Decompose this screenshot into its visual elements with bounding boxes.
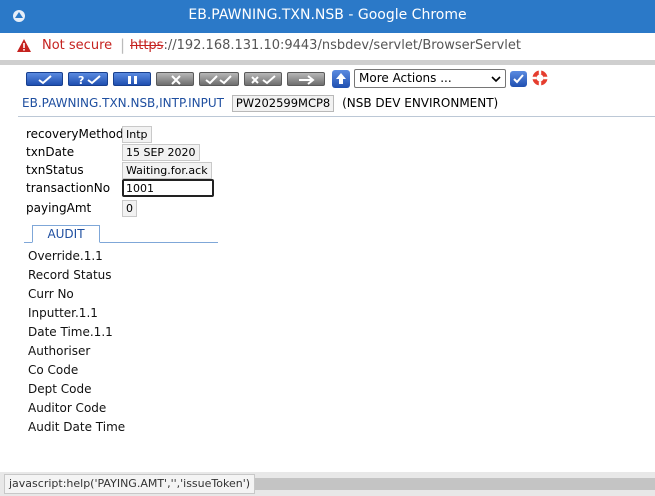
record-id: PW202599MCP8 [231,95,335,112]
reverse-button[interactable] [244,72,282,86]
address-bar[interactable]: Not secure | https://192.168.131.10:9443… [0,33,655,61]
not-secure-label[interactable]: Not secure [42,38,112,53]
field-label[interactable]: txnDate [26,145,74,159]
question-check-icon: ? [78,74,101,87]
audit-field-label: Inputter.1.1 [28,306,98,320]
url-text[interactable]: https://192.168.131.10:9443/nsbdev/servl… [130,38,521,53]
commit-button[interactable] [26,72,63,86]
txn-status-value: Waiting.for.ack [122,162,212,179]
field-label[interactable]: transactionNo [26,181,110,195]
hold-button[interactable] [113,72,151,86]
url-path: ://192.168.131.10:9443/nsbdev/servlet/Br… [163,38,521,53]
horizontal-scrollbar[interactable] [250,478,655,490]
audit-field-label: Dept Code [28,382,92,396]
arrow-right-icon [299,75,315,85]
lifebuoy-help-icon[interactable] [531,69,549,87]
audit-field-label: Curr No [28,287,74,301]
separator-strip [0,60,655,65]
tab-audit[interactable]: AUDIT [32,225,100,243]
x-icon [171,75,181,85]
field-label[interactable]: payingAmt [26,201,91,215]
more-actions-select[interactable]: More Actions ... [354,69,506,88]
more-actions-label: More Actions ... [359,71,452,85]
up-arrow-icon[interactable] [332,70,350,88]
environment-label: (NSB DEV ENVIRONMENT) [342,96,499,110]
status-bubble: javascript:help('PAYING.AMT','','issueTo… [4,474,256,494]
field-label[interactable]: txnStatus [26,163,84,177]
audit-field-label: Audit Date Time [28,420,126,434]
audit-field-label: Authoriser [28,344,91,358]
audit-field-label: Record Status [28,268,112,282]
recovery-method-value: Intp [122,126,152,143]
pause-icon [128,76,137,84]
next-button[interactable] [287,72,325,86]
check-icon [38,75,52,85]
application-name: EB.PAWNING.TXN.NSB,INTP.INPUT [22,96,224,110]
audit-fields: Override.1.1 Record Status Curr No Input… [28,248,125,438]
field-label[interactable]: recoveryMethod [26,127,124,141]
double-check-icon [205,75,232,85]
application-header: EB.PAWNING.TXN.NSB,INTP.INPUT PW202599MC… [22,95,498,112]
go-button[interactable] [510,71,527,87]
txn-date-value: 15 SEP 2020 [122,144,200,161]
audit-field-label: Auditor Code [28,401,107,415]
status-area: javascript:help('PAYING.AMT','','issueTo… [0,472,655,496]
title-bar: EB.PAWNING.TXN.NSB - Google Chrome [0,0,655,33]
warning-icon[interactable] [16,38,32,54]
delete-button[interactable] [156,72,194,86]
address-separator: | [120,36,126,54]
toolbar-area: ? More Actions ... EB.PAWNING.TXN.NSB,IN… [18,66,655,117]
audit-field-label: Co Code [28,363,79,377]
validate-button[interactable]: ? [68,72,108,87]
check-icon [513,74,524,84]
audit-field-label: Override.1.1 [28,249,103,263]
audit-field-label: Date Time.1.1 [28,325,113,339]
x-check-icon [251,75,276,85]
svg-text:?: ? [78,74,84,87]
paying-amt-value: 0 [122,200,137,217]
window-title: EB.PAWNING.TXN.NSB - Google Chrome [188,7,467,23]
url-scheme: https [130,38,164,53]
chevron-down-icon [491,76,501,83]
transaction-no-input[interactable] [122,179,214,197]
authorise-button[interactable] [199,72,239,86]
